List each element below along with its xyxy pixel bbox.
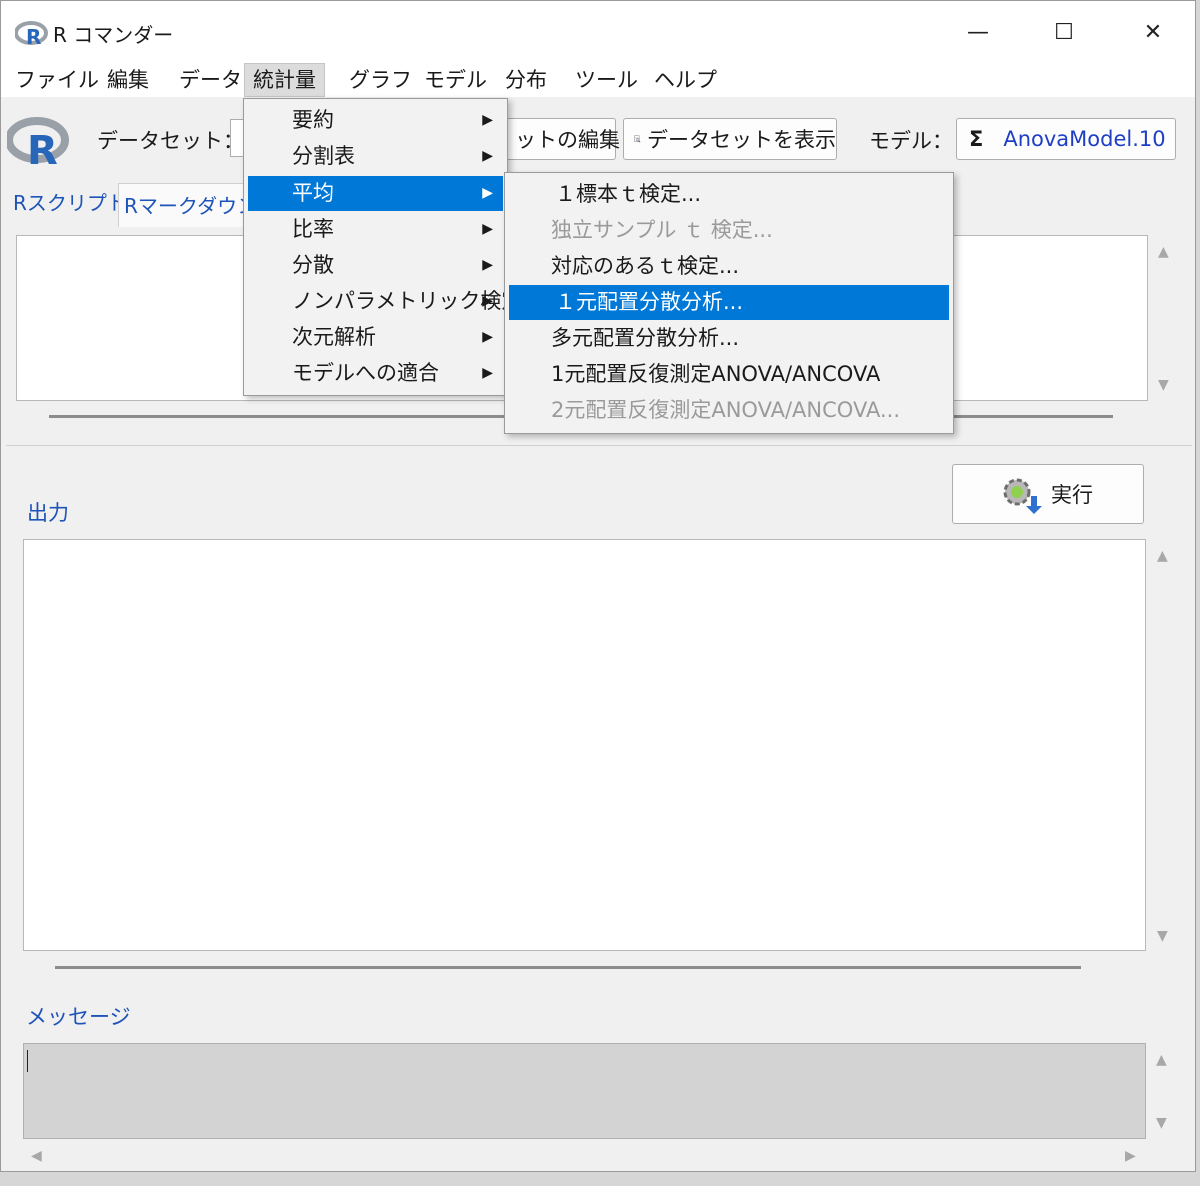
- menu-item-variances[interactable]: 分散 ▶: [248, 248, 503, 283]
- menu-file[interactable]: ファイル: [7, 63, 107, 97]
- dataset-label: データセット：: [97, 129, 244, 153]
- menu-item-proportions[interactable]: 比率 ▶: [248, 212, 503, 247]
- menu-item-summaries[interactable]: 要約 ▶: [248, 103, 503, 138]
- messages-scroll-left[interactable]: ◀: [31, 1148, 42, 1164]
- r-commander-window: R R コマンダー — ☐ ✕ ファイル 編集 データ 統計量 グラフ モデル …: [0, 0, 1196, 1172]
- menu-item-variances-label: 分散: [292, 253, 334, 277]
- submenu-arrow-icon: ▶: [482, 185, 493, 201]
- title-bar: R R コマンダー — ☐ ✕: [1, 1, 1195, 63]
- execute-button[interactable]: 実行: [952, 464, 1144, 524]
- messages-scroll-right[interactable]: ▶: [1125, 1148, 1136, 1164]
- menu-item-contingency-tables-label: 分割表: [292, 144, 355, 168]
- menu-item-one-sample-t-test[interactable]: １標本ｔ検定...: [509, 177, 949, 212]
- window-title: R コマンダー: [53, 23, 174, 47]
- submenu-arrow-icon: ▶: [482, 257, 493, 273]
- messages-textarea[interactable]: [23, 1043, 1146, 1139]
- menu-item-proportions-label: 比率: [292, 217, 334, 241]
- submenu-arrow-icon: ▶: [482, 112, 493, 128]
- messages-scroll-up[interactable]: ▲: [1156, 1052, 1167, 1068]
- menu-data[interactable]: データ: [171, 63, 250, 97]
- svg-text:R: R: [27, 128, 58, 168]
- menu-item-one-way-repeated-measures[interactable]: 1元配置反復測定ANOVA/ANCOVA: [509, 357, 949, 392]
- menu-graphs[interactable]: グラフ: [341, 63, 420, 97]
- menu-item-means[interactable]: 平均 ▶: [248, 176, 503, 211]
- menu-bar: ファイル 編集 データ 統計量 グラフ モデル 分布 ツール ヘルプ: [1, 63, 1195, 97]
- model-selector-button[interactable]: Σ AnovaModel.10: [956, 118, 1176, 160]
- submenu-arrow-icon: ▶: [482, 293, 493, 309]
- menu-edit[interactable]: 編集: [99, 63, 157, 97]
- menu-models[interactable]: モデル: [416, 63, 495, 97]
- script-scroll-up[interactable]: ▲: [1158, 244, 1169, 260]
- menu-help[interactable]: ヘルプ: [646, 63, 725, 97]
- statistics-menu: 要約 ▶ 分割表 ▶ 平均 ▶ 比率 ▶ 分散 ▶ ノンパラメトリック検定 ▶ …: [243, 98, 522, 396]
- sigma-icon: Σ: [969, 127, 984, 151]
- menu-item-independent-samples-t-test: 独立サンプル ｔ 検定...: [551, 218, 773, 242]
- output-scroll-down[interactable]: ▼: [1157, 928, 1168, 944]
- tab-r-script[interactable]: Rスクリプト: [13, 187, 127, 216]
- menu-item-fit-models[interactable]: モデルへの適合 ▶: [248, 356, 503, 391]
- submenu-arrow-icon: ▶: [482, 148, 493, 164]
- dataset-selector-button[interactable]: [230, 119, 244, 157]
- menu-item-contingency-tables[interactable]: 分割表 ▶: [248, 139, 503, 174]
- menu-item-dimensional-analysis-label: 次元解析: [292, 325, 376, 349]
- output-scroll-up[interactable]: ▲: [1157, 548, 1168, 564]
- gear-run-icon: [1003, 478, 1042, 514]
- menu-tools[interactable]: ツール: [567, 63, 646, 97]
- script-scroll-down[interactable]: ▼: [1158, 377, 1169, 393]
- pane-divider: [6, 445, 1192, 446]
- menu-item-summaries-label: 要約: [292, 108, 334, 132]
- menu-statistics[interactable]: 統計量: [244, 63, 325, 97]
- maximize-button[interactable]: ☐: [1029, 9, 1099, 55]
- means-submenu: １標本ｔ検定... 独立サンプル ｔ 検定... 対応のあるｔ検定... １元配…: [504, 172, 954, 434]
- view-dataset-button[interactable]: データセットを表示: [623, 118, 837, 160]
- menu-item-nonparametric-tests[interactable]: ノンパラメトリック検定 ▶: [248, 284, 522, 319]
- close-button[interactable]: ✕: [1118, 9, 1188, 55]
- menu-item-fit-models-label: モデルへの適合: [292, 361, 439, 385]
- r-logo-icon: R: [15, 21, 48, 47]
- output-textarea[interactable]: [23, 539, 1146, 951]
- menu-item-multi-way-anova[interactable]: 多元配置分散分析...: [509, 321, 949, 356]
- menu-item-one-way-anova[interactable]: １元配置分散分析...: [509, 285, 949, 320]
- submenu-arrow-icon: ▶: [482, 329, 493, 345]
- execute-label: 実行: [1051, 483, 1093, 507]
- view-dataset-icon: [634, 135, 641, 143]
- menu-distributions[interactable]: 分布: [497, 63, 555, 97]
- text-cursor: [27, 1050, 28, 1072]
- model-label: モデル：: [869, 129, 953, 153]
- menu-item-paired-t-test[interactable]: 対応のあるｔ検定...: [509, 249, 949, 284]
- svg-text:R: R: [26, 25, 41, 47]
- output-hscrollbar[interactable]: [55, 966, 1081, 969]
- edit-dataset-button[interactable]: ットの編集: [506, 118, 620, 160]
- messages-scroll-down[interactable]: ▼: [1156, 1115, 1167, 1131]
- view-dataset-label: データセットを表示: [647, 128, 836, 152]
- output-section-label: 出力: [27, 501, 69, 525]
- submenu-arrow-icon: ▶: [482, 365, 493, 381]
- r-logo-large-icon: R: [7, 117, 69, 168]
- tab-r-markdown[interactable]: Rマークダウン: [118, 183, 257, 227]
- tab-r-markdown-label: Rマークダウン: [124, 194, 258, 218]
- menu-item-means-label: 平均: [292, 181, 334, 205]
- menu-item-dimensional-analysis[interactable]: 次元解析 ▶: [248, 320, 503, 355]
- menu-item-two-way-repeated-measures: 2元配置反復測定ANOVA/ANCOVA...: [551, 398, 901, 422]
- active-model-name: AnovaModel.10: [1003, 127, 1166, 151]
- minimize-button[interactable]: —: [943, 9, 1013, 55]
- messages-section-label: メッセージ: [26, 1005, 131, 1029]
- submenu-arrow-icon: ▶: [482, 221, 493, 237]
